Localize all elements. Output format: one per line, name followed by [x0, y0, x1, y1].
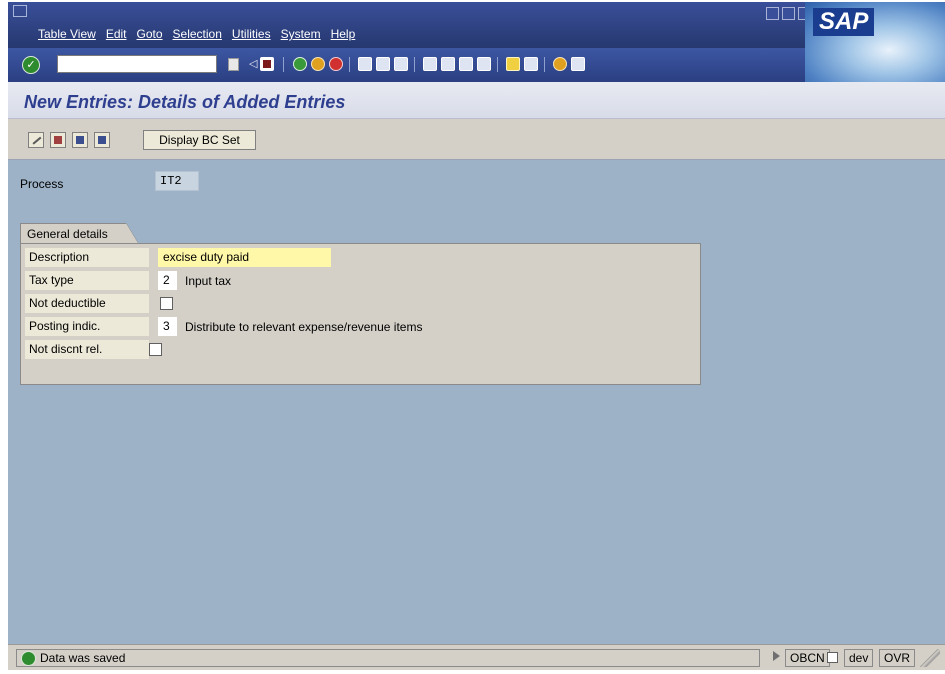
status-bar: Data was saved OBCN dev OVR: [8, 644, 945, 670]
description-field[interactable]: excise duty paid: [158, 248, 331, 267]
find-next-icon[interactable]: [394, 57, 408, 71]
description-label: Description: [25, 248, 149, 267]
maximize-button[interactable]: [782, 7, 795, 20]
tax-type-text: Input tax: [185, 274, 232, 288]
success-check-icon: [21, 651, 36, 666]
create-shortcut-icon[interactable]: [524, 57, 538, 71]
tax-type-label: Tax type: [25, 271, 149, 290]
display-bc-set-button[interactable]: Display BC Set: [143, 130, 256, 150]
posting-indic-label: Posting indic.: [25, 317, 149, 336]
status-message-box[interactable]: Data was saved: [16, 649, 760, 667]
find-icon[interactable]: [376, 57, 390, 71]
not-discnt-rel-label: Not discnt rel.: [25, 340, 149, 359]
application-toolbar: Display BC Set: [8, 119, 945, 160]
resize-grip-icon[interactable]: [920, 649, 940, 667]
command-field[interactable]: [57, 55, 217, 73]
first-page-icon[interactable]: [423, 57, 437, 71]
not-discnt-rel-checkbox[interactable]: [149, 343, 162, 356]
toolbar-separator: [283, 57, 284, 72]
standard-toolbar: ✓ ◁: [8, 48, 805, 82]
toolbar-separator: [349, 57, 350, 72]
page-title: New Entries: Details of Added Entries: [24, 92, 346, 112]
layout-menu-icon[interactable]: [571, 57, 585, 71]
process-value: IT2: [155, 171, 199, 191]
toolbar-separator: [544, 57, 545, 72]
title-bar: New Entries: Details of Added Entries: [8, 82, 945, 119]
create-session-icon[interactable]: [506, 57, 520, 71]
posting-indic-field[interactable]: 3: [158, 317, 177, 336]
system-info-icon[interactable]: [827, 652, 838, 663]
general-details-group: Description excise duty paid Tax type 2 …: [20, 243, 701, 385]
menu-utilities[interactable]: Utilities: [232, 27, 271, 41]
status-expand-icon[interactable]: [773, 651, 780, 661]
menu-items: Table View Edit Goto Selection Utilities…: [38, 27, 355, 41]
sap-window: Table View Edit Goto Selection Utilities…: [8, 2, 945, 670]
command-history-icon[interactable]: [228, 58, 239, 71]
group-title: General details: [20, 223, 138, 243]
not-deductible-checkbox[interactable]: [160, 297, 173, 310]
toolbar-separator: [414, 57, 415, 72]
not-deductible-label: Not deductible: [25, 294, 149, 313]
client-name: dev: [844, 649, 874, 667]
menu-selection[interactable]: Selection: [173, 27, 222, 41]
status-message: Data was saved: [40, 651, 126, 665]
system-menu-icon[interactable]: [13, 5, 27, 17]
minimize-button[interactable]: [766, 7, 779, 20]
help-icon[interactable]: [553, 57, 567, 71]
main-content: Process IT2 General details Description …: [8, 160, 945, 644]
toolbar-separator: [497, 57, 498, 72]
insert-mode[interactable]: OVR: [879, 649, 916, 667]
menu-goto[interactable]: Goto: [137, 27, 163, 41]
tax-type-field[interactable]: 2: [158, 271, 177, 290]
sap-logo-text: SAP: [813, 8, 875, 36]
enter-icon[interactable]: ✓: [22, 56, 40, 74]
menu-help[interactable]: Help: [331, 27, 356, 41]
delete-entry-icon[interactable]: [50, 132, 66, 148]
change-display-icon[interactable]: [28, 132, 44, 148]
previous-entry-icon[interactable]: [72, 132, 88, 148]
next-entry-icon[interactable]: [94, 132, 110, 148]
menu-table-view[interactable]: Table View: [38, 27, 96, 41]
save-icon[interactable]: [260, 57, 274, 71]
process-label: Process: [20, 177, 64, 191]
sap-logo: SAP: [805, 2, 945, 82]
posting-indic-text: Distribute to relevant expense/revenue i…: [185, 320, 423, 334]
cancel-icon[interactable]: [329, 57, 343, 71]
back-arrow-small-icon[interactable]: ◁: [249, 57, 258, 71]
last-page-icon[interactable]: [477, 57, 491, 71]
previous-page-icon[interactable]: [441, 57, 455, 71]
back-icon[interactable]: [293, 57, 307, 71]
print-icon[interactable]: [358, 57, 372, 71]
next-page-icon[interactable]: [459, 57, 473, 71]
menu-edit[interactable]: Edit: [106, 27, 127, 41]
exit-icon[interactable]: [311, 57, 325, 71]
system-name: OBCN: [785, 649, 830, 667]
menu-system[interactable]: System: [281, 27, 321, 41]
